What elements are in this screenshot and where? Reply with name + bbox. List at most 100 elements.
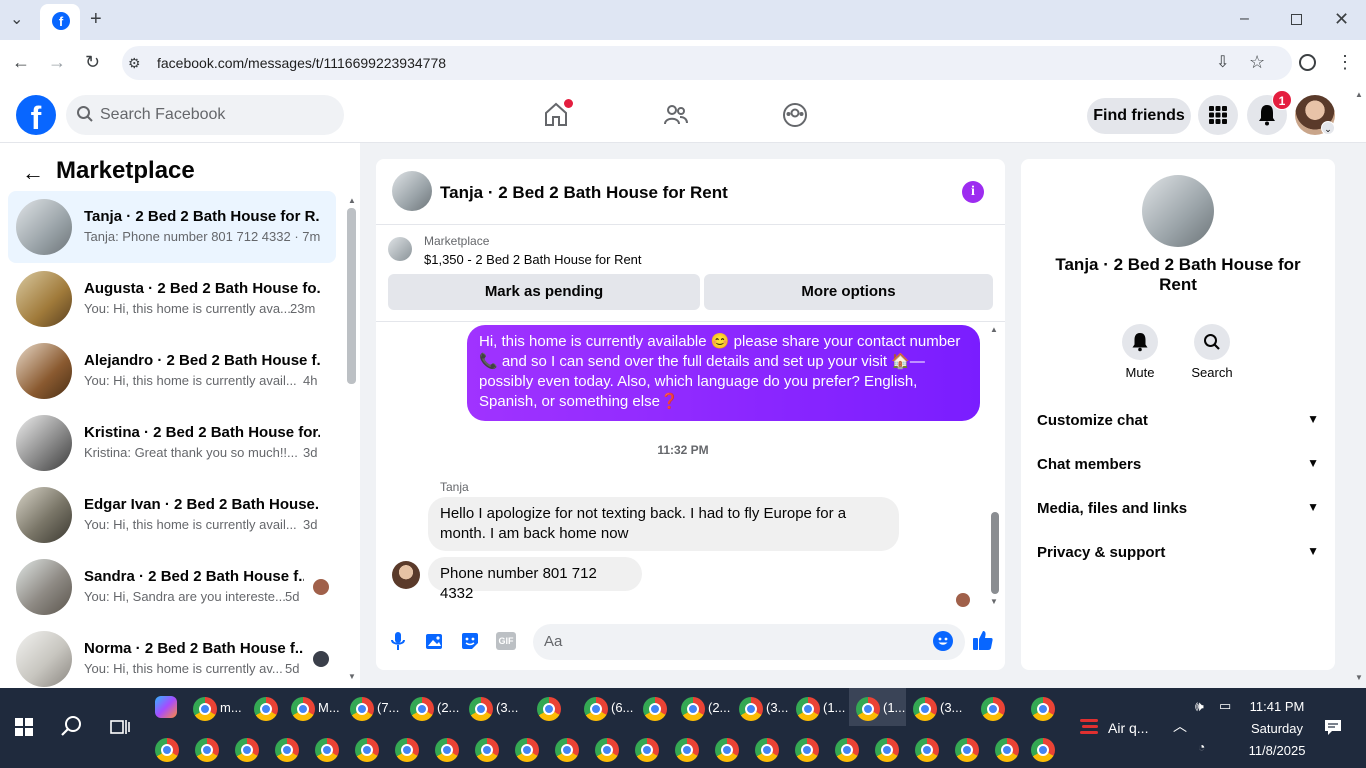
chat-profile-photo[interactable] [1142,175,1214,247]
taskbar-item-label[interactable]: (2... [708,700,730,715]
scroll-down-arrow-icon[interactable]: ▼ [990,597,998,606]
chrome-window-icon[interactable] [395,738,419,762]
chrome-window-icon[interactable] [856,697,880,721]
wifi-icon[interactable]: ◔ [1198,740,1205,754]
scroll-down-arrow-icon[interactable]: ▼ [348,672,356,681]
bookmark-star-icon[interactable]: ☆ [1249,52,1265,72]
gif-icon[interactable]: GIF [496,632,516,650]
chrome-window-icon[interactable] [475,738,499,762]
chrome-window-icon[interactable] [193,697,217,721]
new-tab-plus-icon[interactable]: + [90,9,102,29]
taskbar-item-label[interactable]: M... [318,700,340,715]
conversation-item[interactable]: Tanja · 2 Bed 2 Bath House for R... Tanj… [8,191,336,263]
browser-tab-facebook[interactable]: f [40,4,80,40]
page-scroll-down-arrow-icon[interactable]: ▼ [1355,673,1363,682]
message-input[interactable] [533,624,965,660]
chrome-window-icon[interactable] [635,738,659,762]
windows-start-icon[interactable] [15,718,33,741]
info-icon[interactable]: i [962,181,984,203]
clock-date[interactable]: 11/8/2025 [1236,743,1318,758]
weather-widget-label[interactable]: Air q... [1108,720,1148,736]
taskbar-item-label[interactable]: (6... [611,700,633,715]
forward-arrow-icon[interactable]: → [48,52,66,72]
taskbar-item-label[interactable]: (1... [823,700,845,715]
chrome-window-icon[interactable] [235,738,259,762]
friends-icon[interactable] [663,102,689,133]
chat-scrollbar[interactable] [991,512,999,594]
account-chevron-down-icon[interactable]: ⌄ [1321,121,1335,135]
chrome-window-icon[interactable] [755,738,779,762]
chrome-window-icon[interactable] [315,738,339,762]
profile-icon[interactable] [1299,54,1316,71]
groups-icon[interactable] [782,102,808,133]
chrome-window-icon[interactable] [1031,697,1055,721]
chrome-window-icon[interactable] [155,738,179,762]
like-thumbs-up-icon[interactable] [972,629,994,656]
outgoing-message[interactable]: Hi, this home is currently available 😊 p… [467,325,980,421]
chrome-window-icon[interactable] [595,738,619,762]
customize-chat-section[interactable]: Customize chat ▼ [1037,412,1319,429]
find-friends-button[interactable]: Find friends [1087,98,1191,134]
incoming-message[interactable]: Hello I apologize for not texting back. … [428,497,899,551]
photo-icon[interactable] [425,631,445,656]
scroll-up-arrow-icon[interactable]: ▲ [990,325,998,334]
speaker-icon[interactable]: 🕪 [1195,698,1204,715]
battery-icon[interactable]: ▭ [1219,698,1231,714]
restore-window-icon[interactable] [1291,14,1302,25]
site-info-icon[interactable]: ⚙ [128,53,141,73]
chrome-window-icon[interactable] [675,738,699,762]
chrome-window-icon[interactable] [355,738,379,762]
chrome-window-icon[interactable] [995,738,1019,762]
conversation-item[interactable]: Augusta · 2 Bed 2 Bath House fo... You: … [8,263,336,335]
close-window-icon[interactable]: ✕ [1334,9,1349,29]
copilot-icon[interactable] [155,696,177,718]
chrome-window-icon[interactable] [915,738,939,762]
privacy-support-section[interactable]: Privacy & support ▼ [1037,544,1319,561]
scroll-up-arrow-icon[interactable]: ▲ [348,196,356,205]
mark-as-pending-button[interactable]: Mark as pending [388,274,700,310]
sender-avatar[interactable] [392,561,420,589]
tab-list-chevron-icon[interactable]: ⌄ [10,10,23,30]
chat-title[interactable]: Tanja · 2 Bed 2 Bath House for Rent [440,183,728,203]
incoming-message[interactable]: Phone number 801 712 4332 [428,557,642,602]
search-in-chat-button[interactable] [1194,324,1230,360]
air-quality-icon[interactable] [1078,716,1100,738]
listing-price[interactable]: $1,350 - 2 Bed 2 Bath House for Rent [424,252,642,267]
clock-time[interactable]: 11:41 PM [1236,699,1318,714]
conversation-item[interactable]: Alejandro · 2 Bed 2 Bath House f... You:… [8,335,336,407]
taskbar-item-label[interactable]: (7... [377,700,399,715]
chrome-window-icon[interactable] [537,697,561,721]
conversation-item[interactable]: Sandra · 2 Bed 2 Bath House f... You: Hi… [8,551,336,623]
chrome-window-icon[interactable] [681,697,705,721]
browser-menu-icon[interactable]: ⋮ [1336,52,1354,72]
facebook-logo-icon[interactable]: f [16,95,56,135]
chat-avatar[interactable] [392,171,432,211]
chrome-window-icon[interactable] [254,697,278,721]
search-icon[interactable] [61,715,83,742]
chrome-window-icon[interactable] [643,697,667,721]
url-text[interactable]: facebook.com/messages/t/1116699223934778 [157,55,446,71]
show-hidden-icons-chevron-icon[interactable]: ︿ [1173,716,1187,736]
conversation-item[interactable]: Edgar Ivan · 2 Bed 2 Bath House... You: … [8,479,336,551]
conversation-item[interactable]: Kristina · 2 Bed 2 Bath House for... Kri… [8,407,336,479]
chrome-window-icon[interactable] [715,738,739,762]
more-options-button[interactable]: More options [704,274,993,310]
chrome-window-icon[interactable] [515,738,539,762]
back-arrow-icon[interactable]: ← [22,160,44,186]
chrome-window-icon[interactable] [981,697,1005,721]
taskbar-item-label[interactable]: (3... [940,700,962,715]
chrome-window-icon[interactable] [275,738,299,762]
chrome-window-icon[interactable] [913,697,937,721]
conversation-item[interactable]: Norma · 2 Bed 2 Bath House f... You: Hi,… [8,623,336,688]
chrome-window-icon[interactable] [469,697,493,721]
clock-day[interactable]: Saturday [1236,721,1318,736]
microphone-icon[interactable] [390,631,406,656]
install-app-icon[interactable]: ⇩ [1216,53,1229,73]
chrome-window-icon[interactable] [195,738,219,762]
chrome-window-icon[interactable] [555,738,579,762]
media-files-links-section[interactable]: Media, files and links ▼ [1037,500,1319,517]
chrome-window-icon[interactable] [1031,738,1055,762]
chat-members-section[interactable]: Chat members ▼ [1037,456,1319,473]
taskbar-item-label[interactable]: (3... [496,700,518,715]
task-view-icon[interactable] [110,718,130,741]
